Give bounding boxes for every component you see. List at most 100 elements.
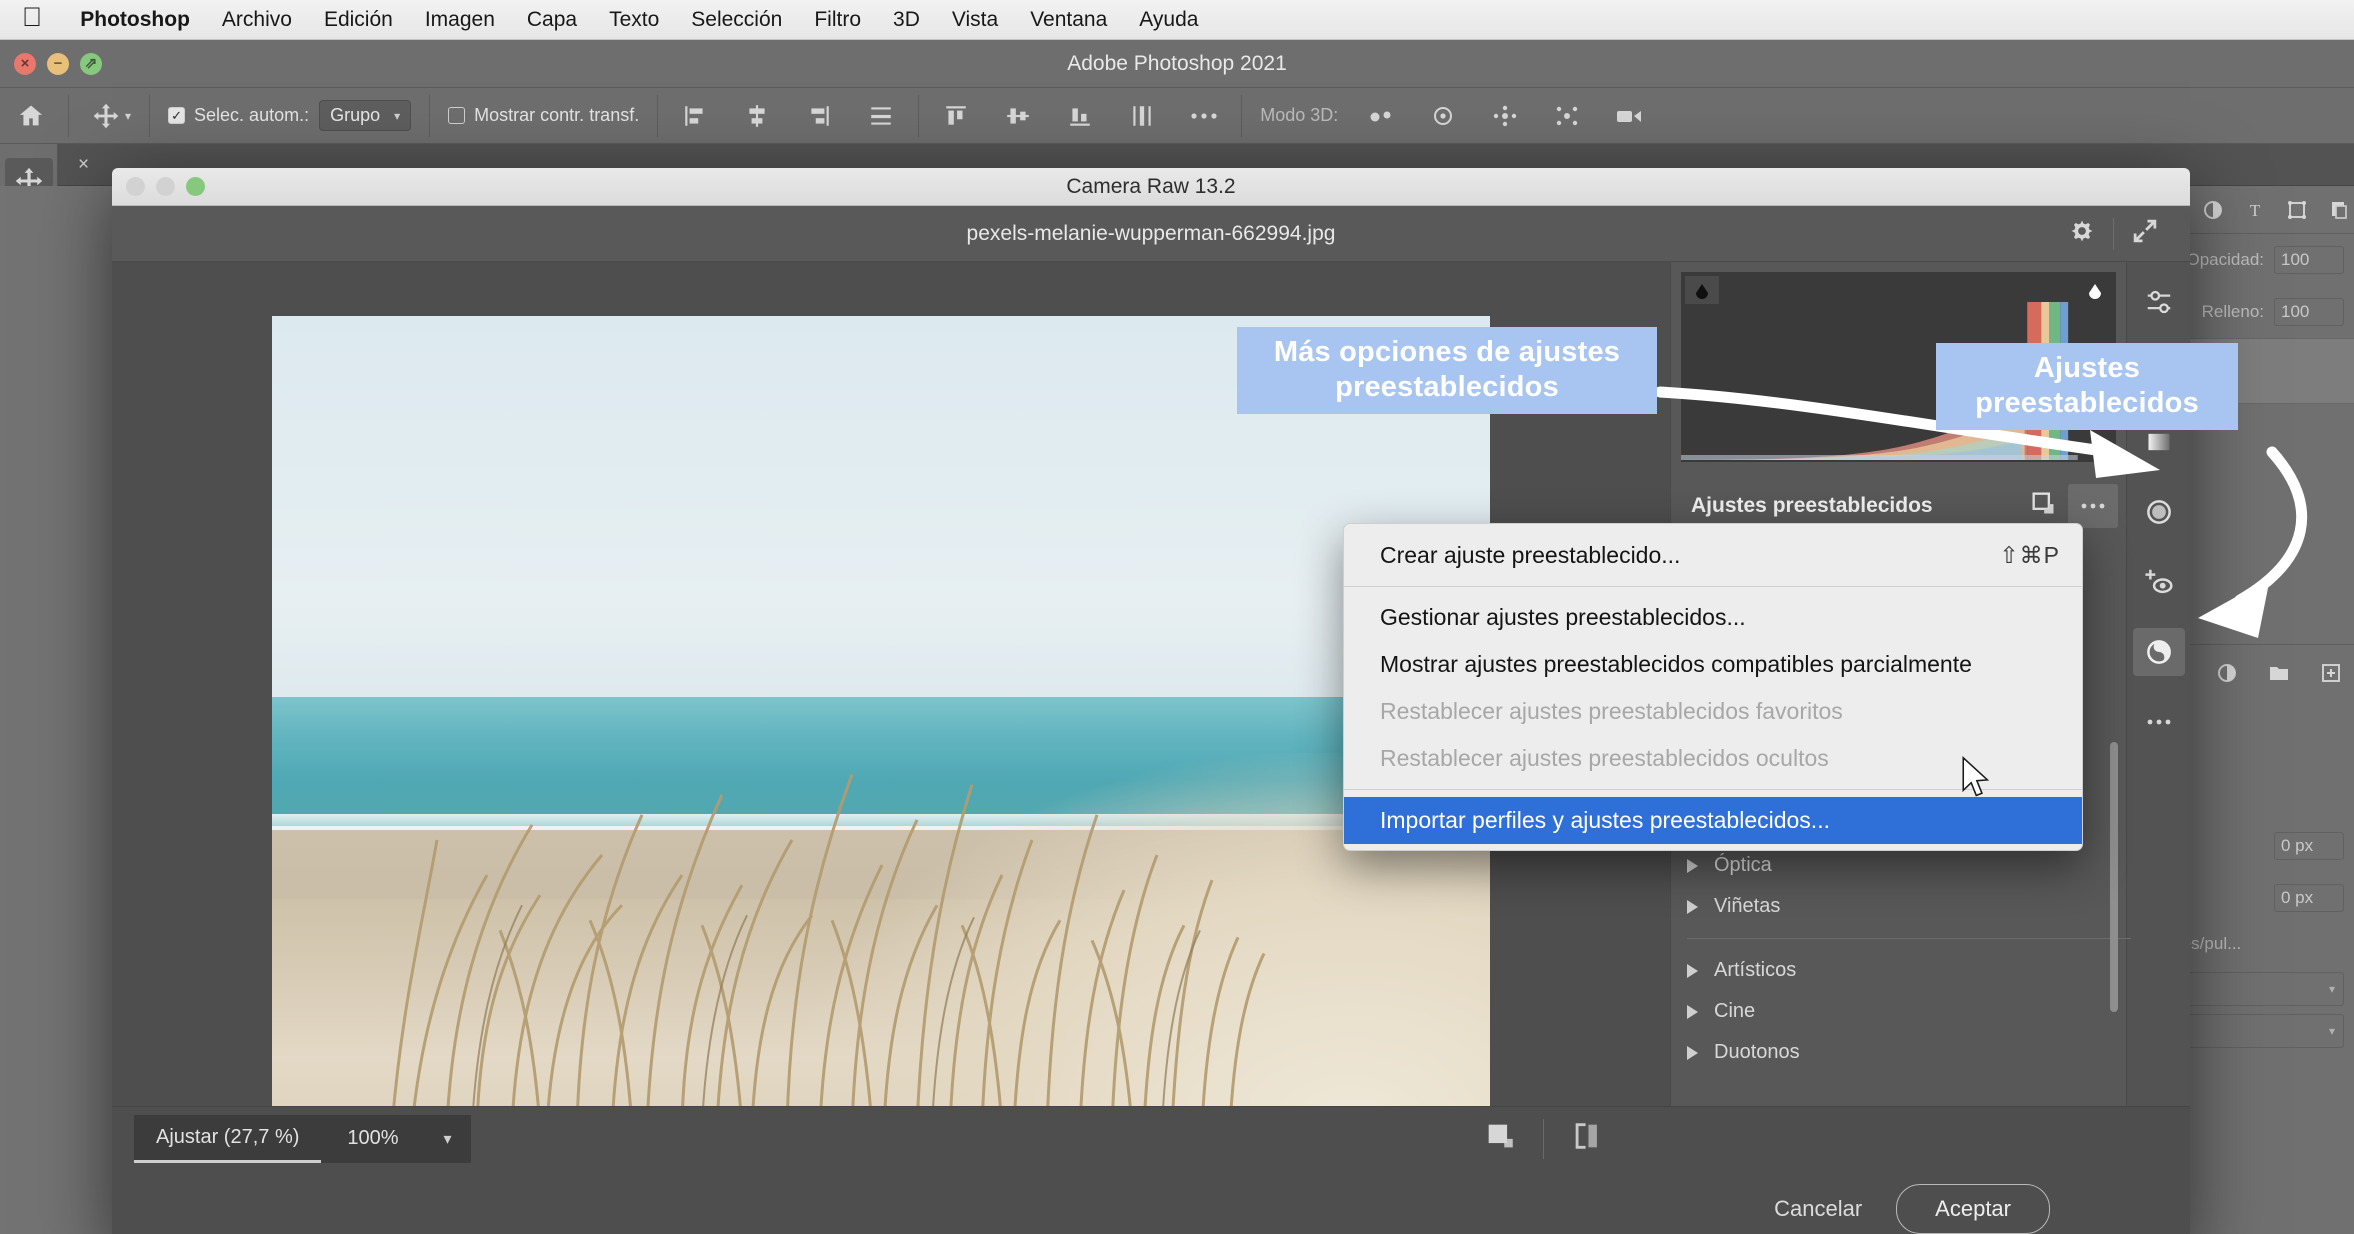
pan-3d-button[interactable] [1474, 88, 1536, 144]
chevron-down-icon: ▾ [2328, 982, 2335, 996]
menu-item-3d[interactable]: 3D [877, 0, 936, 40]
slide-3d-button[interactable] [1536, 88, 1598, 144]
preview-toggle-icons [1457, 1107, 1630, 1171]
distribute-horizontal-button[interactable] [1111, 88, 1173, 144]
auto-select-checkbox[interactable]: ✓ [168, 107, 186, 124]
menu-item-gestionar-ajustes[interactable]: Gestionar ajustes preestablecidos... [1344, 594, 2082, 641]
menu-item-filtro[interactable]: Filtro [798, 0, 877, 40]
macos-menu-bar:  Photoshop Archivo Edición Imagen Capa … [0, 0, 2354, 40]
more-options-button[interactable] [1173, 88, 1235, 144]
preset-group-label: Artísticos [1714, 959, 1797, 981]
zoom-fit-button[interactable]: Ajustar (27,7 %) [134, 1114, 322, 1163]
auto-select-control[interactable]: ✓ Selec. autom.: Grupo ▾ [156, 88, 423, 144]
chevron-down-icon[interactable]: ▾ [125, 109, 131, 123]
divider [149, 94, 151, 137]
accept-button[interactable]: Aceptar [1896, 1184, 2050, 1234]
camera-raw-window-title: Camera Raw 13.2 [1066, 174, 1236, 198]
menu-item-photoshop[interactable]: Photoshop [64, 0, 206, 40]
height-value[interactable]: 0 px [2274, 884, 2344, 912]
menu-item-ventana[interactable]: Ventana [1014, 0, 1123, 40]
preset-group-label: Óptica [1714, 854, 1772, 876]
opacity-label: Opacidad: [2186, 250, 2265, 269]
options-bar: ▾ ✓ Selec. autom.: Grupo ▾ Mostrar contr… [0, 88, 2354, 144]
camera-3d-button[interactable] [1598, 88, 1660, 144]
close-tab-icon[interactable]: × [78, 154, 89, 176]
more-icon[interactable] [2133, 698, 2185, 746]
menu-item-ayuda[interactable]: Ayuda [1123, 0, 1214, 40]
fill-value[interactable]: 100 [2274, 298, 2344, 326]
maximize-button[interactable]: ⇗ [80, 52, 102, 75]
photoshop-window-title: Adobe Photoshop 2021 [1067, 51, 1287, 75]
menu-item-archivo[interactable]: Archivo [206, 0, 308, 40]
chevron-right-icon [1687, 1045, 1698, 1060]
presets-icon[interactable] [2132, 628, 2185, 676]
camera-raw-bottom-bar: Ajustar (27,7 %) 100% ▾ [112, 1106, 2190, 1170]
home-button[interactable] [0, 88, 62, 144]
presets-panel-title: Ajustes preestablecidos [1691, 494, 1933, 517]
file-bar-icons [2051, 206, 2176, 262]
align-vertical-centers-button[interactable] [987, 88, 1049, 144]
menu-item-label: Mostrar ajustes preestablecidos compatib… [1380, 651, 1972, 677]
align-left-edges-button[interactable] [664, 88, 726, 144]
show-transform-checkbox[interactable] [448, 107, 466, 124]
menu-item-vista[interactable]: Vista [936, 0, 1014, 40]
close-button[interactable]: × [14, 52, 36, 75]
preset-group-artisticos[interactable]: Artísticos [1679, 950, 2139, 991]
move-tool-button[interactable]: ▾ [75, 88, 143, 144]
rotate-3d-button[interactable] [1350, 88, 1412, 144]
fullscreen-button[interactable] [2114, 206, 2176, 262]
menu-item-label: Restablecer ajustes preestablecidos favo… [1380, 698, 1843, 724]
ellipsis-icon [2078, 494, 2108, 518]
zoom-percent-value[interactable]: 100% [321, 1114, 425, 1163]
align-right-edges-button[interactable] [788, 88, 850, 144]
menu-item-crear-ajuste[interactable]: Crear ajuste preestablecido... ⇧⌘P [1344, 532, 2082, 579]
radial-gradient-icon[interactable] [2133, 488, 2185, 536]
menu-item-capa[interactable]: Capa [511, 0, 593, 40]
smart-objects-filter-icon [2332, 201, 2347, 219]
width-value[interactable]: 0 px [2274, 832, 2344, 860]
show-transform-control[interactable]: Mostrar contr. transf. [436, 88, 651, 144]
chevron-down-icon[interactable]: ▾ [424, 1114, 471, 1163]
preset-group-duotonos[interactable]: Duotonos [1679, 1032, 2139, 1073]
photo-preview[interactable] [272, 316, 1490, 1126]
before-after-button[interactable] [1544, 1107, 1630, 1171]
distribute-vertical-icon [862, 97, 900, 135]
callout-presets: Ajustes preestablecidos [1936, 343, 2238, 430]
menu-item-label: Restablecer ajustes preestablecidos ocul… [1380, 745, 1829, 771]
opacity-value[interactable]: 100 [2274, 246, 2344, 274]
cancel-button[interactable]: Cancelar [1740, 1196, 1896, 1222]
menu-item-imagen[interactable]: Imagen [409, 0, 511, 40]
auto-select-scope-dropdown[interactable]: Grupo ▾ [319, 100, 412, 131]
roll-3d-button[interactable] [1412, 88, 1474, 144]
settings-button[interactable] [2051, 206, 2113, 262]
create-preset-button[interactable] [2018, 484, 2068, 528]
home-icon [12, 97, 50, 135]
camera-raw-file-bar: pexels-melanie-wupperman-662994.jpg [112, 206, 2190, 262]
red-eye-icon[interactable] [2133, 558, 2185, 606]
preset-group-optica[interactable]: Óptica [1679, 845, 2139, 886]
divider [657, 94, 659, 137]
preset-group-cine[interactable]: Cine [1679, 991, 2139, 1032]
slide-3d-icon [1548, 97, 1586, 135]
menu-item-texto[interactable]: Texto [593, 0, 675, 40]
callout-more-preset-options: Más opciones de ajustes preestablecidos [1237, 327, 1657, 414]
shape-layers-filter-icon [2288, 200, 2306, 219]
align-horizontal-centers-button[interactable] [726, 88, 788, 144]
align-bottom-edges-button[interactable] [1049, 88, 1111, 144]
edit-sliders-icon[interactable] [2133, 278, 2185, 326]
toggle-preview-button[interactable] [1457, 1107, 1543, 1171]
preset-group-label: Cine [1714, 1000, 1756, 1022]
minimize-button[interactable]: − [47, 52, 69, 75]
camera-raw-title-bar: Camera Raw 13.2 [112, 168, 2190, 206]
preset-group-vinetas[interactable]: Viñetas [1679, 886, 2139, 927]
align-right-icon [800, 97, 838, 135]
menu-item-edicion[interactable]: Edición [308, 0, 409, 40]
distribute-vertical-button[interactable] [850, 88, 912, 144]
scrollbar-thumb[interactable] [2110, 742, 2118, 1012]
align-bottom-icon [1061, 97, 1099, 135]
menu-item-mostrar-compatibles[interactable]: Mostrar ajustes preestablecidos compatib… [1344, 641, 2082, 688]
menu-item-seleccion[interactable]: Selección [675, 0, 798, 40]
apple-icon[interactable]:  [22, 4, 42, 31]
presets-more-options-button[interactable] [2068, 484, 2118, 528]
align-top-edges-button[interactable] [925, 88, 987, 144]
